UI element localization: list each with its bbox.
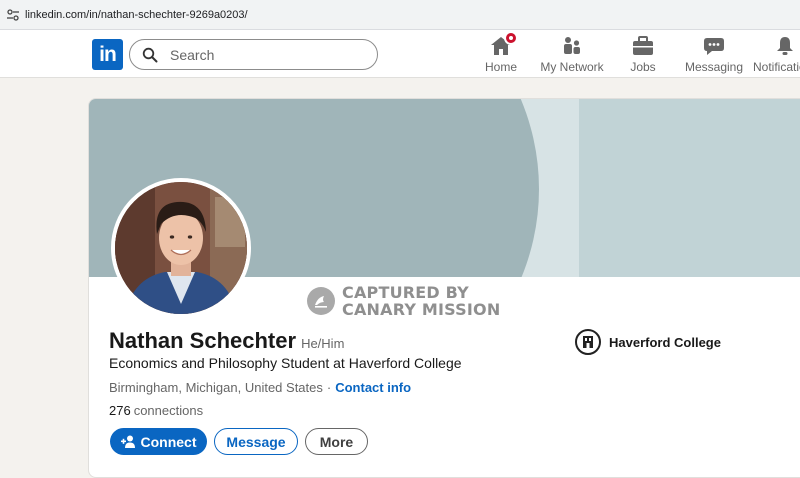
school-name: Haverford College	[609, 334, 721, 350]
education-school[interactable]: Haverford College	[575, 329, 721, 355]
search-icon	[142, 47, 158, 63]
profile-name: Nathan Schechter	[109, 328, 297, 353]
nav-jobs-label: Jobs	[630, 60, 656, 74]
nav-notifications[interactable]: Notifications	[753, 34, 800, 74]
nav-my-network[interactable]: My Network	[540, 34, 604, 74]
more-button[interactable]: More	[305, 428, 368, 455]
name-row: Nathan Schechter He/Him	[109, 328, 344, 354]
connect-button-label: Connect	[140, 433, 197, 450]
profile-pronouns: He/Him	[301, 336, 345, 351]
bell-icon	[773, 34, 797, 57]
nav-notifications-label: Notifications	[753, 60, 800, 74]
add-person-icon	[120, 435, 136, 448]
location-row: Birmingham, Michigan, United States · Co…	[109, 380, 411, 395]
profile-photo[interactable]	[111, 178, 251, 318]
watermark-line-2: CANARY MISSION	[342, 300, 501, 319]
message-button[interactable]: Message	[214, 428, 298, 455]
search-box[interactable]	[129, 39, 378, 70]
linkedin-logo[interactable]: in	[92, 39, 123, 70]
watermark-line-1: CAPTURED BY	[342, 283, 469, 302]
profile-card: CAPTURED BY CANARY MISSION Nathan Schech…	[88, 98, 800, 478]
url-text[interactable]: linkedin.com/in/nathan-schechter-9269a02…	[25, 9, 248, 21]
connections-number: 276	[109, 403, 131, 418]
profile-actions: Connect Message More	[110, 428, 368, 455]
browser-address-bar[interactable]: linkedin.com/in/nathan-schechter-9269a02…	[0, 0, 800, 30]
separator-dot: ·	[326, 380, 332, 395]
nav-home[interactable]: Home	[484, 31, 518, 74]
notification-badge	[504, 31, 518, 45]
nav-messaging-label: Messaging	[684, 60, 744, 74]
school-logo-icon	[575, 329, 601, 355]
profile-location: Birmingham, Michigan, United States	[109, 380, 323, 395]
top-nav-bar: in Home My Network	[0, 30, 800, 78]
nav-jobs[interactable]: Jobs	[629, 34, 657, 74]
nav-messaging[interactable]: Messaging	[684, 34, 744, 74]
canary-logo-icon	[307, 287, 335, 315]
briefcase-icon	[631, 34, 655, 57]
contact-info-link[interactable]: Contact info	[335, 380, 411, 395]
nav-home-label: Home	[484, 60, 517, 74]
connections-label: connections	[133, 403, 204, 418]
home-icon	[489, 31, 518, 57]
nav-my-network-label: My Network	[540, 60, 604, 74]
connect-button[interactable]: Connect	[110, 428, 207, 455]
profile-headline: Economics and Philosophy Student at Have…	[109, 355, 462, 371]
tune-icon[interactable]	[2, 4, 24, 26]
search-input[interactable]	[168, 45, 368, 64]
network-icon	[560, 34, 584, 57]
chat-icon	[702, 34, 726, 57]
canary-mission-watermark: CAPTURED BY CANARY MISSION	[307, 284, 500, 318]
connections-count[interactable]: 276 connections	[109, 403, 203, 418]
